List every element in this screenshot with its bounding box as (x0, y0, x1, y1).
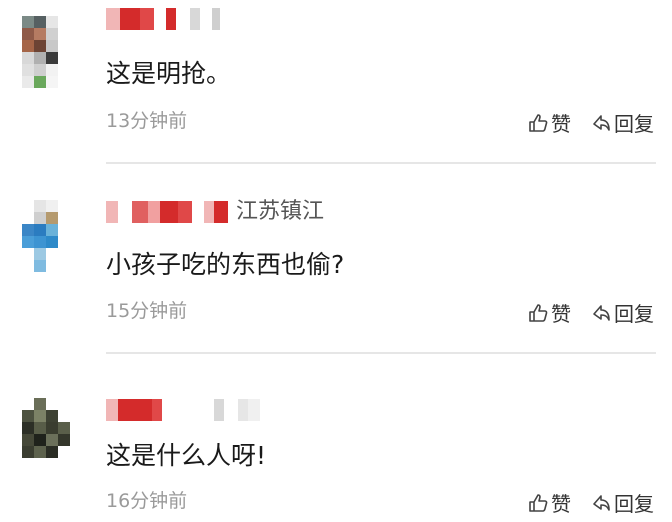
reply-label: 回复 (614, 302, 654, 326)
censored-username-block (214, 201, 228, 223)
thumbs-up-icon (529, 113, 548, 132)
censored-username-block (238, 399, 248, 421)
username[interactable] (106, 6, 228, 32)
like-button[interactable]: 赞 (528, 488, 571, 517)
comment-time: 16分钟前 (106, 490, 188, 512)
censored-username-block (200, 8, 212, 30)
thumbs-up-icon (529, 493, 548, 512)
censored-username-block (166, 8, 176, 30)
comment-text: 这是什么人呀! (106, 441, 267, 470)
censored-username-block (248, 399, 260, 421)
censored-username-block (140, 8, 154, 30)
username[interactable]: 江苏镇江 (106, 199, 324, 225)
censored-username-block (214, 399, 224, 421)
censored-username-block (204, 201, 214, 223)
censored-username-block (118, 201, 132, 223)
avatar[interactable] (22, 16, 70, 102)
like-label: 赞 (551, 302, 571, 326)
censored-username-block (106, 201, 118, 223)
censored-username-block (190, 8, 200, 30)
divider (106, 162, 656, 164)
divider (106, 352, 656, 354)
comment-actions: 赞 回复 (528, 298, 654, 327)
like-label: 赞 (551, 492, 571, 516)
reply-button[interactable]: 回复 (591, 298, 654, 327)
like-label: 赞 (551, 112, 571, 136)
censored-username-block (224, 399, 238, 421)
comment-actions: 赞 回复 (528, 488, 654, 517)
comment-time: 13分钟前 (106, 110, 188, 132)
username[interactable] (106, 397, 268, 423)
reply-button[interactable]: 回复 (591, 108, 654, 137)
censored-username-block (160, 201, 178, 223)
censored-username-block (176, 8, 190, 30)
reply-icon (593, 494, 610, 511)
user-location: 江苏镇江 (236, 199, 325, 224)
censored-username-block (212, 8, 220, 30)
comment-text: 小孩子吃的东西也偷? (106, 250, 345, 279)
comment-text: 这是明抢。 (106, 59, 232, 88)
censored-username-block (154, 8, 166, 30)
comment-actions: 赞 回复 (528, 108, 654, 137)
reply-icon (593, 114, 610, 131)
comment-time: 15分钟前 (106, 300, 188, 322)
censored-username-block (106, 8, 120, 30)
censored-username-block (152, 399, 162, 421)
censored-username-block (178, 201, 192, 223)
reply-icon (593, 304, 610, 321)
censored-username-block (120, 8, 140, 30)
censored-username-block (148, 201, 160, 223)
avatar[interactable] (22, 398, 70, 484)
censored-username-block (162, 399, 214, 421)
reply-label: 回复 (614, 492, 654, 516)
like-button[interactable]: 赞 (528, 298, 571, 327)
censored-username-block (132, 201, 148, 223)
avatar[interactable] (22, 200, 70, 286)
reply-button[interactable]: 回复 (591, 488, 654, 517)
like-button[interactable]: 赞 (528, 108, 571, 137)
censored-username-block (192, 201, 204, 223)
reply-label: 回复 (614, 112, 654, 136)
thumbs-up-icon (529, 303, 548, 322)
censored-username-block (118, 399, 152, 421)
censored-username-block (106, 399, 118, 421)
